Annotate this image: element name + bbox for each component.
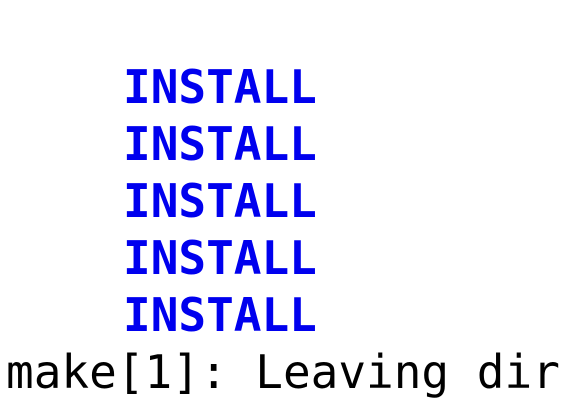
install-line: INSTALL <box>123 174 317 228</box>
install-line: INSTALL <box>123 288 317 342</box>
make-leaving-directory-line: make[1]: Leaving dir <box>6 345 560 399</box>
install-line: INSTALL <box>123 60 317 114</box>
terminal-output: INSTALL INSTALL INSTALL INSTALL INSTALL … <box>0 0 585 402</box>
install-line: INSTALL <box>123 231 317 285</box>
install-line: INSTALL <box>123 117 317 171</box>
